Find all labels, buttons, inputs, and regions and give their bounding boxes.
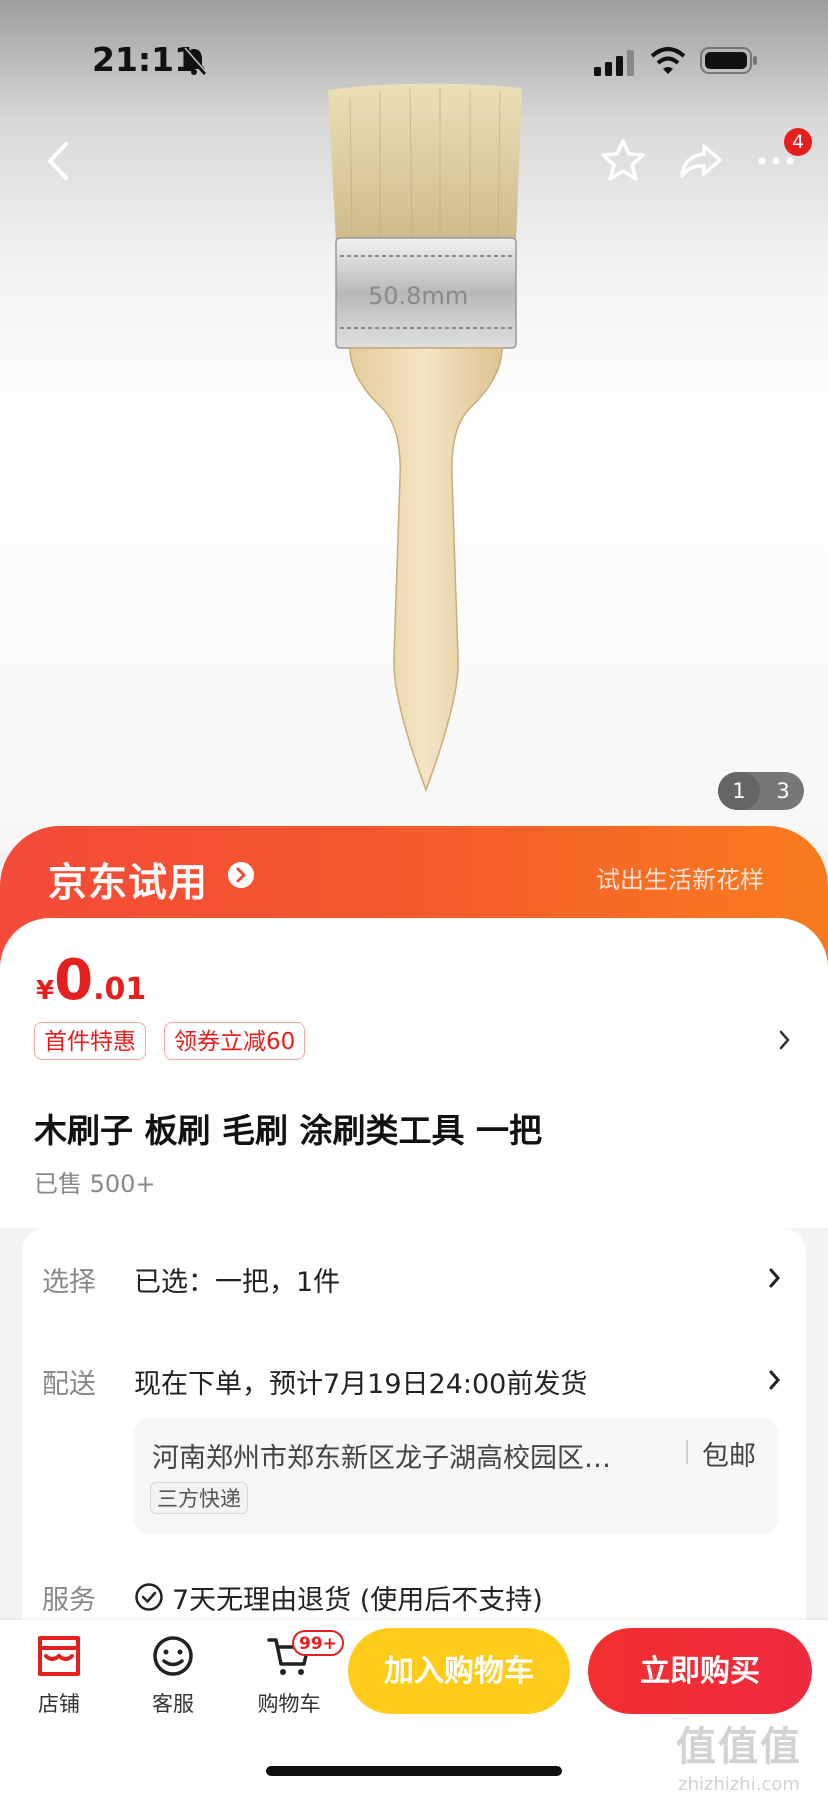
pager-total: 3: [776, 779, 790, 803]
customer-service-icon: [153, 1636, 193, 1676]
courier-chip: 三方快递: [150, 1482, 248, 1514]
add-to-cart-button[interactable]: 加入购物车: [348, 1628, 570, 1714]
watermark-url: zhizhizhi.com: [678, 1774, 800, 1795]
chevron-right-circle-icon[interactable]: [228, 862, 254, 888]
back-button[interactable]: [36, 136, 86, 186]
tab-store[interactable]: 店铺: [14, 1634, 104, 1718]
price: ¥0.01: [36, 948, 146, 1013]
delivery-value[interactable]: 现在下单，预计7月19日24:00前发货: [134, 1362, 587, 1401]
watermark: 值值值 zhizhizhi.com: [676, 1714, 802, 1795]
wifi-icon: [650, 47, 686, 74]
pager-current: 1: [718, 772, 760, 810]
sold-count: 已售 500+: [34, 1170, 156, 1198]
check-circle-icon: [135, 1583, 163, 1611]
divider: [686, 1440, 688, 1464]
select-value[interactable]: 已选：一把，1件: [134, 1260, 340, 1299]
notification-badge: 4: [784, 128, 812, 156]
home-indicator: [266, 1766, 562, 1776]
service-value[interactable]: 7天无理由退货 (使用后不支持): [172, 1578, 543, 1617]
select-label: 选择: [42, 1267, 96, 1298]
address-text[interactable]: 河南郑州市郑东新区龙子湖高校园区…: [152, 1436, 672, 1475]
cart-count-badge: 99+: [292, 1630, 344, 1656]
promo-tag-coupon[interactable]: 领券立减60: [164, 1022, 306, 1060]
free-shipping-label: 包邮: [702, 1441, 756, 1472]
tab-customer-service[interactable]: 客服: [128, 1634, 218, 1718]
delivery-label: 配送: [42, 1369, 96, 1400]
trial-banner-slogan: 试出生活新花样: [596, 866, 764, 894]
signal-icon: [594, 50, 634, 76]
buy-now-button[interactable]: 立即购买: [588, 1628, 812, 1714]
price-integer: 0: [54, 948, 94, 1013]
promo-tag-first-order[interactable]: 首件特惠: [34, 1022, 146, 1060]
price-currency: ¥: [36, 976, 55, 1006]
product-image-paintbrush[interactable]: 50.8mm: [320, 78, 530, 798]
chevron-right-icon[interactable]: [768, 1266, 782, 1290]
chevron-right-icon[interactable]: [768, 1368, 782, 1392]
battery-icon: [700, 47, 757, 74]
trial-banner-title[interactable]: 京东试用: [48, 852, 208, 908]
watermark-logo: 值值值: [676, 1724, 802, 1770]
store-icon: [38, 1636, 80, 1676]
service-label: 服务: [42, 1585, 96, 1616]
chevron-right-icon[interactable]: [778, 1028, 792, 1052]
price-decimal: .01: [93, 972, 147, 1007]
bell-muted-icon: [181, 47, 208, 75]
tab-cart-label: 购物车: [257, 1692, 321, 1716]
tab-customer-service-label: 客服: [152, 1692, 194, 1716]
brush-stamp: 50.8mm: [368, 282, 468, 310]
image-pager: 1 3: [718, 772, 804, 810]
tab-store-label: 店铺: [38, 1692, 80, 1716]
favorite-star-icon[interactable]: [598, 136, 648, 186]
product-title: 木刷子 板刷 毛刷 涂刷类工具 一把: [34, 1111, 542, 1150]
share-icon[interactable]: [676, 136, 726, 186]
